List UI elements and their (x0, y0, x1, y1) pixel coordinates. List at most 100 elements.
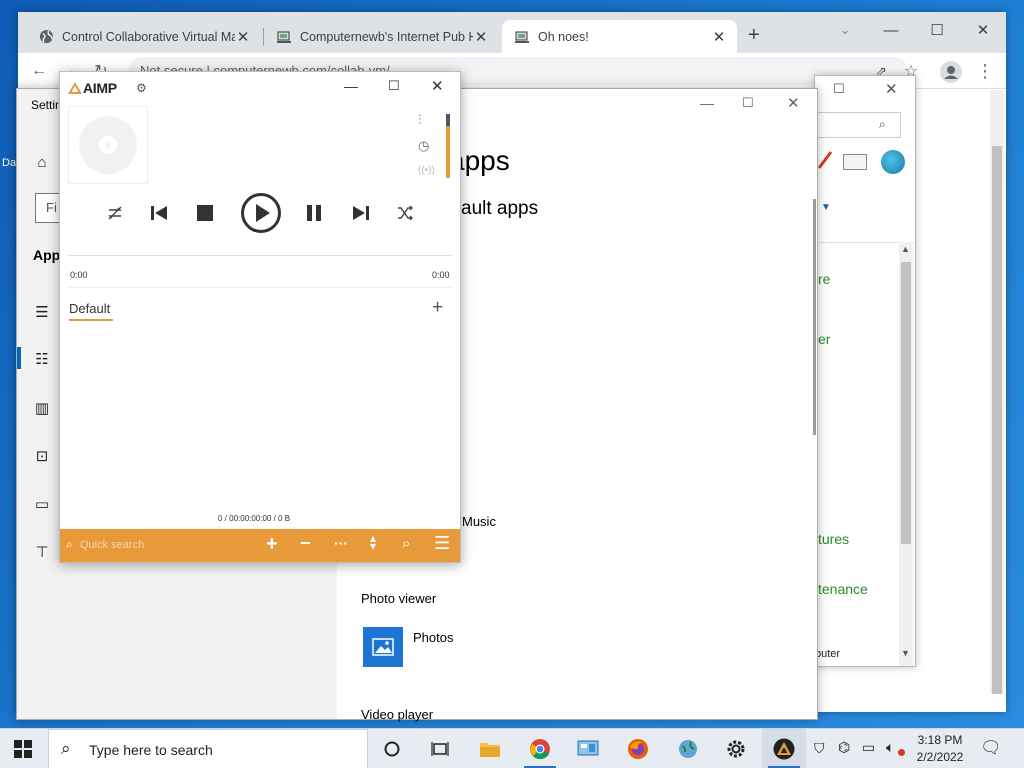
desktop-icon-label[interactable]: Da (2, 157, 16, 169)
firefox-icon[interactable] (616, 733, 660, 765)
globe-icon[interactable] (881, 150, 905, 174)
cortana-icon[interactable] (370, 733, 414, 765)
shuffle-icon[interactable] (396, 204, 414, 222)
breadcrumb[interactable]: puter (815, 648, 840, 660)
network-status-icon[interactable]: ⌬ (838, 739, 850, 756)
photos-app-label[interactable]: Photos (413, 630, 453, 645)
playlist-tab-default[interactable]: Default (69, 301, 110, 316)
aimp-taskbar-button[interactable] (762, 729, 806, 768)
task-view-icon[interactable] (418, 733, 462, 765)
tab-title: Control Collaborative Virtual Ma (62, 29, 235, 44)
chrome-icon[interactable] (518, 733, 562, 765)
default-apps-icon[interactable]: ☷ (33, 350, 51, 368)
seek-bar[interactable] (68, 255, 452, 256)
chevron-down-icon[interactable]: ▼ (821, 202, 831, 213)
remove-file-icon[interactable]: − (300, 533, 311, 554)
control-panel-icon[interactable] (566, 733, 610, 765)
maximize-button[interactable]: ☐ (914, 16, 960, 44)
new-tab-button[interactable]: + (748, 24, 760, 47)
music-app-label[interactable]: Music (462, 514, 496, 529)
clock-time[interactable]: 3:18 PM (912, 733, 968, 747)
home-icon[interactable]: ⌂ (33, 153, 51, 171)
security-shield-icon[interactable]: ⛉ (814, 740, 825, 757)
next-track-icon[interactable] (352, 205, 370, 221)
volume-handle[interactable] (446, 114, 450, 126)
tab-title: Oh noes! (538, 29, 589, 44)
offline-maps-icon[interactable]: ▥ (33, 399, 51, 417)
add-file-icon[interactable]: + (266, 533, 278, 556)
file-explorer-icon[interactable] (468, 733, 512, 765)
pause-icon[interactable] (306, 205, 322, 221)
search-box[interactable]: ⌕ (815, 112, 901, 138)
close-button[interactable]: ✕ (885, 80, 898, 98)
scrollbar[interactable]: ▲ ▼ (899, 242, 913, 666)
volume-bar[interactable] (446, 114, 450, 178)
stop-icon[interactable] (197, 205, 213, 221)
clock-date[interactable]: 2/2/2022 (912, 750, 968, 764)
photos-app-icon[interactable] (363, 627, 403, 667)
minimize-button[interactable]: — (344, 78, 358, 94)
network-globe-icon[interactable] (666, 733, 710, 765)
category-link[interactable]: tures (818, 531, 849, 547)
video-playback-icon[interactable]: ▭ (33, 495, 51, 513)
add-playlist-icon[interactable]: + (432, 297, 443, 319)
globe-icon (38, 29, 54, 45)
tab-search-icon[interactable]: ⌄ (822, 16, 868, 44)
close-tab-icon[interactable]: ✕ (473, 28, 489, 46)
startup-icon[interactable]: ⊤ (33, 543, 51, 561)
aimp-bottom-bar: ⌕ Quick search + − ··· ▴ ▾ ⌕ ☰ (60, 529, 460, 562)
tab-oh-noes[interactable]: Oh noes! ✕ (502, 20, 737, 53)
minimize-button[interactable]: — (700, 95, 714, 111)
gear-icon[interactable]: ⚙ (136, 81, 147, 95)
maximize-button[interactable]: ☐ (742, 95, 754, 111)
more-icon[interactable]: ··· (334, 535, 348, 551)
sort-icon[interactable]: ▴ ▾ (370, 532, 376, 552)
page-scrollbar[interactable] (990, 90, 1004, 694)
close-tab-icon[interactable]: ✕ (711, 28, 727, 46)
scroll-down-icon[interactable]: ▼ (901, 648, 910, 658)
notifications-icon[interactable]: 🗨︎ (980, 738, 1002, 758)
tab-internet-pub[interactable]: Computernewb's Internet Pub H ✕ (264, 20, 499, 53)
scrollbar-thumb[interactable] (901, 262, 911, 544)
equalizer-icon[interactable]: ⫶ (418, 112, 421, 128)
maximize-button[interactable]: ☐ (388, 78, 400, 94)
close-tab-icon[interactable]: ✕ (235, 28, 251, 46)
album-art (68, 106, 148, 184)
windows-start-icon[interactable] (14, 740, 32, 758)
quick-search-input[interactable]: Quick search (80, 539, 144, 551)
back-icon[interactable]: ← (28, 60, 50, 82)
maximize-button[interactable]: ☐ (833, 81, 845, 97)
clock-icon[interactable]: ◷ (418, 138, 429, 154)
control-panel-window: ☐ ✕ ⌕ ▼ re er tures tenance puter ▲ ▼ (814, 75, 916, 667)
repeat-icon[interactable] (106, 204, 124, 222)
monitor-icon[interactable]: ▭ (862, 739, 875, 756)
close-button[interactable]: ✕ (787, 94, 800, 112)
category-link[interactable]: tenance (818, 581, 868, 597)
minimize-button[interactable]: — (868, 16, 914, 44)
tab-control-collab[interactable]: Control Collaborative Virtual Ma ✕ (26, 20, 261, 53)
total-time: 0:00 (432, 270, 450, 280)
apps-websites-icon[interactable]: ⊡ (33, 447, 51, 465)
settings-scrollbar[interactable] (813, 199, 816, 435)
apps-features-icon[interactable]: ☰ (33, 303, 51, 321)
menu-icon[interactable]: ☰ (434, 533, 450, 554)
menu-icon[interactable]: ⋮ (974, 60, 996, 82)
volume-muted-icon[interactable]: 🔈︎ (886, 739, 894, 756)
profile-avatar[interactable] (940, 61, 962, 83)
pencil-icon[interactable] (817, 150, 835, 170)
computer-favicon-icon (514, 29, 530, 45)
scrollbar-thumb[interactable] (992, 146, 1002, 694)
category-link[interactable]: er (818, 331, 830, 347)
aimp-player-window: AIMP ⚙ — ☐ ✕ ⫶ ◷ ((•)) 0:00 0:00 Default… (59, 71, 461, 563)
device-icon[interactable] (843, 154, 867, 170)
close-button[interactable]: ✕ (960, 16, 1006, 44)
taskbar-search-box[interactable]: ⌕ Type here to search (48, 729, 368, 768)
play-button[interactable] (240, 192, 282, 234)
search-playlist-icon[interactable]: ⌕ (402, 535, 410, 552)
settings-gear-icon[interactable] (714, 733, 758, 765)
close-button[interactable]: ✕ (431, 77, 444, 95)
broadcast-icon[interactable]: ((•)) (418, 165, 435, 176)
previous-track-icon[interactable] (150, 205, 168, 221)
scroll-up-icon[interactable]: ▲ (901, 244, 910, 254)
category-link[interactable]: re (818, 271, 830, 287)
